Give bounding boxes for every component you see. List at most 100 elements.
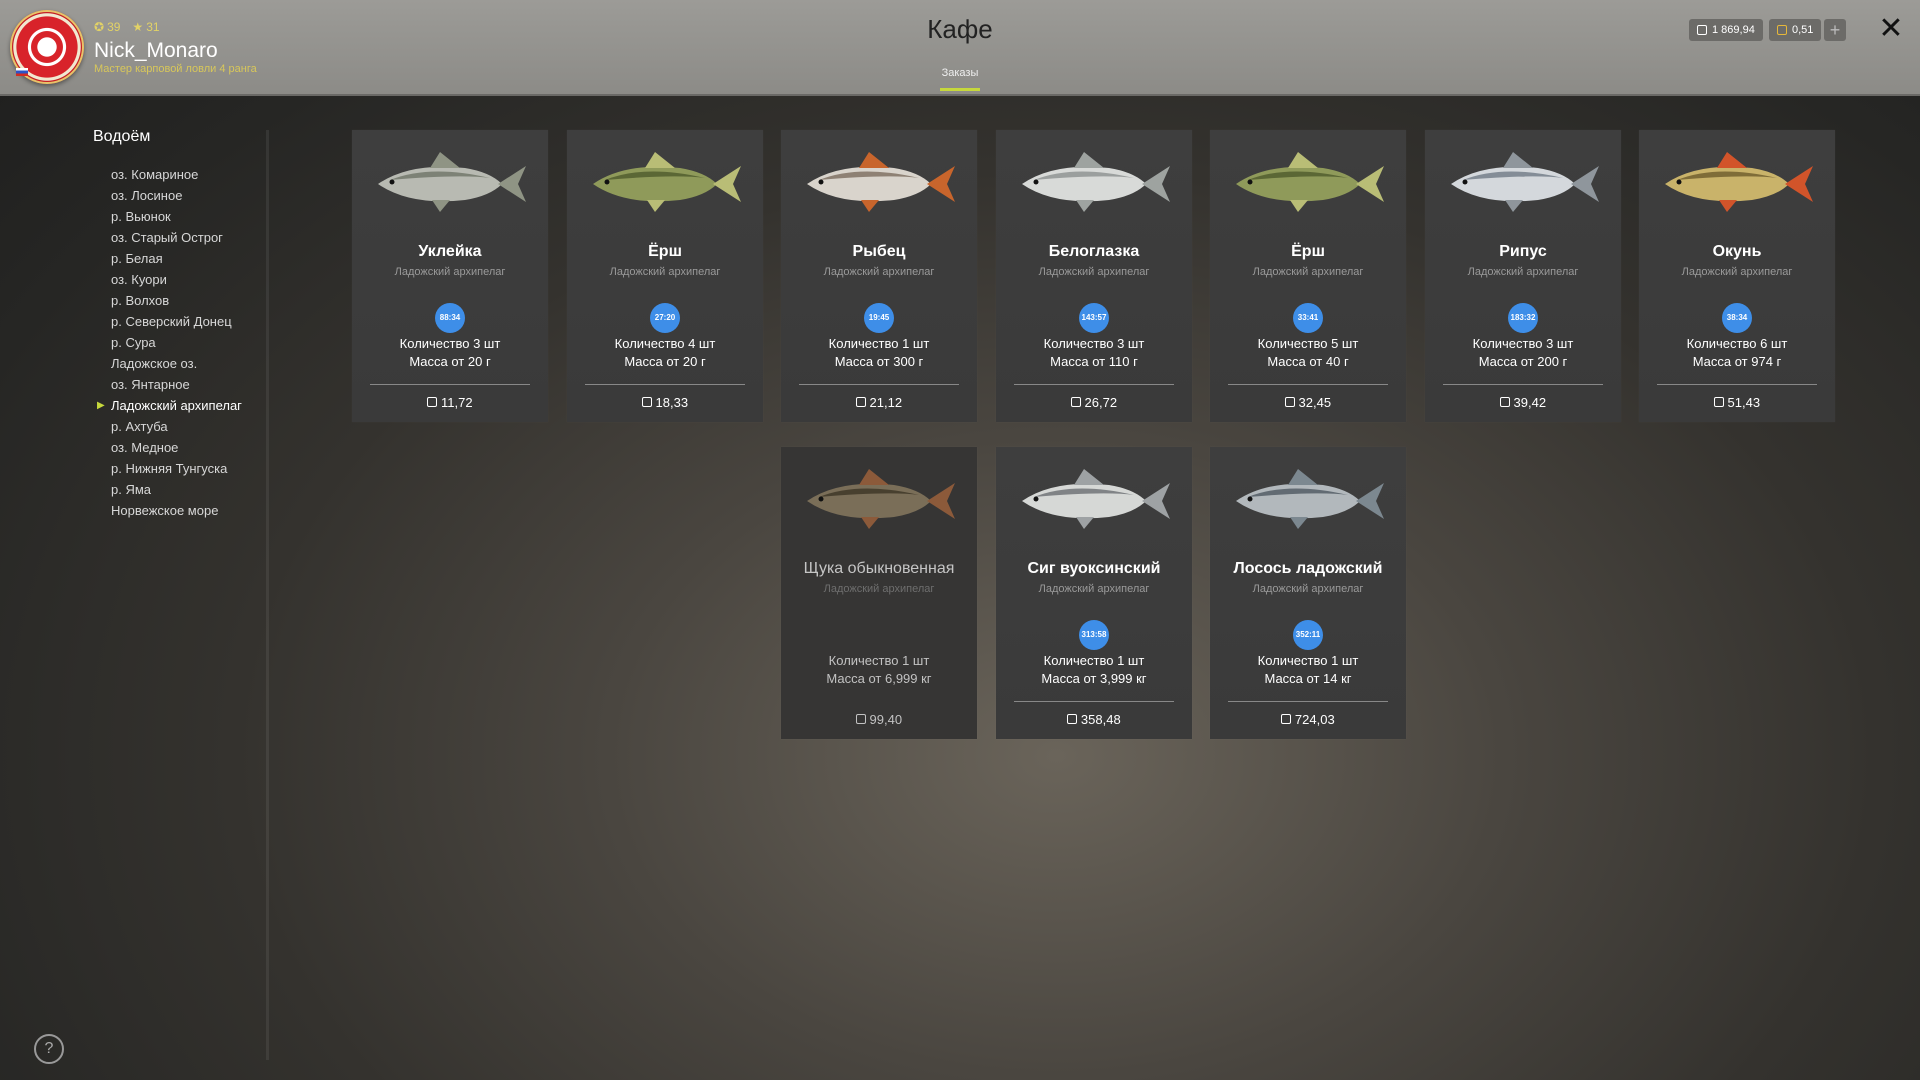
order-card[interactable]: Щука обыкновенная Ладожский архипелаг Коли…	[781, 447, 977, 739]
fish-image	[370, 144, 530, 224]
sidebar-title: Водоём	[93, 128, 151, 145]
fish-location: Ладожский архипелаг	[1467, 266, 1579, 278]
order-price: 358,48	[996, 712, 1192, 727]
order-mass: Масса от 20 г	[624, 354, 706, 369]
sidebar-item[interactable]: р. Нижняя Тунгуска	[111, 458, 273, 479]
fish-name: Рыбец	[852, 243, 906, 260]
timer-badge: 38:34	[1722, 303, 1752, 333]
order-quantity: Количество 1 шт	[1043, 653, 1145, 668]
timer-badge: 33:41	[1293, 303, 1323, 333]
sidebar-item[interactable]: оз. Медное	[111, 437, 273, 458]
fish-location: Ладожский архипелаг	[394, 266, 506, 278]
sidebar-item[interactable]: оз. Лосиное	[111, 185, 273, 206]
order-card[interactable]: Лосось ладожский Ладожский архипелаг 352:1…	[1210, 447, 1406, 739]
order-card[interactable]: Ёрш Ладожский архипелаг 27:20 Количество 4 …	[567, 130, 763, 422]
order-price: 724,03	[1210, 712, 1406, 727]
silver-coin-icon	[855, 397, 866, 407]
fish-image	[799, 461, 959, 541]
order-price-value: 26,72	[1084, 395, 1118, 410]
sidebar-item[interactable]: р. Северский Донец	[111, 311, 273, 332]
order-card[interactable]: Ёрш Ладожский архипелаг 33:41 Количество 5 …	[1210, 130, 1406, 422]
fish-location: Ладожский архипелаг	[1252, 266, 1364, 278]
order-mass: Масса от 300 г	[834, 354, 924, 369]
sidebar-item[interactable]: р. Ахтуба	[111, 416, 273, 437]
fish-image	[1228, 461, 1388, 541]
silver-coin-icon	[1697, 25, 1707, 35]
order-mass: Масса от 14 кг	[1264, 671, 1352, 686]
fish-name: Ёрш	[648, 243, 682, 260]
card-divider	[370, 384, 530, 385]
fish-location: Ладожский архипелаг	[1252, 583, 1364, 595]
sidebar-item[interactable]: оз. Старый Острог	[111, 227, 273, 248]
fish-name: Рипус	[1499, 243, 1547, 260]
fish-location: Ладожский архипелаг	[1038, 583, 1150, 595]
silver-coin-icon	[1713, 397, 1724, 407]
fish-name: Лосось ладожский	[1233, 560, 1383, 577]
order-price: 21,12	[781, 395, 977, 410]
order-mass: Масса от 6,999 кг	[826, 671, 932, 686]
sidebar-item[interactable]: р. Вьюнок	[111, 206, 273, 227]
waterbody-list: оз. Комариное оз. Лосиное р. Вьюнок оз. Ста…	[93, 164, 273, 521]
sidebar-item[interactable]: оз. Комариное	[111, 164, 273, 185]
order-card[interactable]: Белоглазка Ладожский архипелаг 143:57 Колич…	[996, 130, 1192, 422]
sidebar-item[interactable]: р. Яма	[111, 479, 273, 500]
card-divider	[799, 384, 959, 385]
fish-image	[799, 144, 959, 224]
fish-image	[1014, 144, 1174, 224]
card-divider	[1014, 384, 1174, 385]
order-price: 99,40	[781, 712, 977, 727]
sidebar-item[interactable]: р. Сура	[111, 332, 273, 353]
card-divider	[585, 384, 745, 385]
sidebar-item[interactable]: р. Белая	[111, 248, 273, 269]
fish-location: Ладожский архипелаг	[823, 266, 935, 278]
sidebar-item[interactable]: оз. Куори	[111, 269, 273, 290]
sidebar-item-label: р. Вьюнок	[111, 209, 171, 224]
order-card[interactable]: Уклейка Ладожский архипелаг 88:34 Количеств…	[352, 130, 548, 422]
page-title: Кафе	[927, 14, 993, 44]
card-divider	[1657, 384, 1817, 385]
timer-badge: 143:57	[1079, 303, 1109, 333]
order-price-value: 11,72	[441, 395, 473, 410]
sidebar-item[interactable]: оз. Янтарное	[111, 374, 273, 395]
sidebar-item-label: оз. Старый Острог	[111, 230, 223, 245]
silver-coin-icon	[1284, 397, 1295, 407]
sidebar-item-label: оз. Комариное	[111, 167, 199, 182]
order-quantity: Количество 1 шт	[828, 653, 930, 668]
timer-badge: 183:32	[1508, 303, 1538, 333]
top-bar: ✪ 39 ★ 31 Nick_Monaro Мастер карповой ловл…	[0, 0, 1920, 96]
order-price: 18,33	[567, 395, 763, 410]
silver-coin-icon	[1067, 714, 1078, 724]
tab-orders[interactable]: Заказы	[940, 67, 980, 79]
order-price: 26,72	[996, 395, 1192, 410]
order-card[interactable]: Сиг вуоксинский Ладожский архипелаг 313:58…	[996, 447, 1192, 739]
russia-flag-icon	[16, 68, 28, 76]
fish-location: Ладожский архипелаг	[823, 583, 935, 595]
gold-coin-icon	[1777, 25, 1787, 35]
sidebar-item-label: Ладожский архипелаг	[111, 398, 242, 413]
card-divider	[1443, 384, 1603, 385]
active-arrow-icon: ▶	[97, 400, 105, 411]
sidebar-item-label: р. Нижняя Тунгуска	[111, 461, 228, 476]
order-card[interactable]: Рыбец Ладожский архипелаг 19:45 Количество …	[781, 130, 977, 422]
order-price-value: 21,12	[869, 395, 903, 410]
sidebar-item-label: р. Северский Донец	[111, 314, 232, 329]
sidebar-item-label: р. Ахтуба	[111, 419, 168, 434]
order-card[interactable]: Рипус Ладожский архипелаг 183:32 Количество…	[1425, 130, 1621, 422]
sidebar-item[interactable]: ▶ Ладожский архипелаг	[97, 395, 273, 416]
order-price-value: 358,48	[1080, 712, 1121, 727]
help-button[interactable]: ?	[34, 1034, 64, 1064]
sidebar-item[interactable]: Ладожское оз.	[111, 353, 273, 374]
gold-value: 0,51	[1792, 24, 1814, 36]
order-card[interactable]: Окунь Ладожский архипелаг 38:34 Количество …	[1639, 130, 1835, 422]
timer-badge: 88:34	[435, 303, 465, 333]
add-currency-button[interactable]: +	[1824, 19, 1846, 41]
sidebar-item[interactable]: Норвежское море	[111, 500, 273, 521]
fish-image	[1228, 144, 1388, 224]
close-button[interactable]: ✕	[1876, 14, 1906, 44]
fish-name: Щука обыкновенная	[803, 560, 955, 577]
silver-balance: 1 869,94	[1689, 19, 1763, 41]
order-quantity: Количество 4 шт	[614, 336, 716, 351]
order-mass: Масса от 3,999 кг	[1041, 671, 1147, 686]
sidebar-item[interactable]: р. Волхов	[111, 290, 273, 311]
order-mass: Масса от 20 г	[409, 354, 491, 369]
